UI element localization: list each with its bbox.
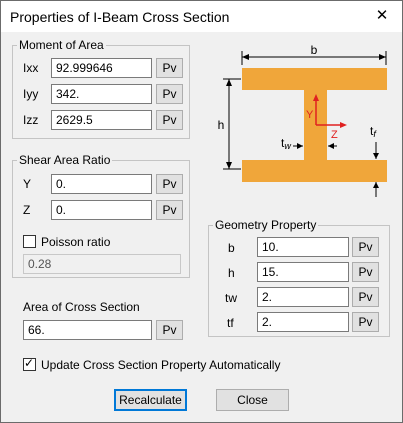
poisson-ratio-field	[23, 254, 181, 274]
area-pv-button[interactable]: Pv	[156, 320, 183, 340]
poisson-ratio-checkbox[interactable]	[23, 235, 36, 248]
shear-y-field[interactable]	[51, 174, 152, 194]
recalculate-button[interactable]: Recalculate	[114, 389, 187, 411]
update-auto-label: Update Cross Section Property Automatica…	[41, 358, 281, 372]
update-auto-checkbox[interactable]	[23, 356, 36, 371]
tf-label: tf	[370, 124, 377, 139]
shear-z-label: Z	[23, 203, 31, 217]
poisson-ratio-label: Poisson ratio	[41, 235, 111, 249]
h-label: h	[218, 118, 225, 132]
geom-b-pv-button[interactable]: Pv	[352, 237, 379, 257]
shear-y-pv-button[interactable]: Pv	[156, 174, 183, 194]
geometry-property-legend: Geometry Property	[215, 218, 317, 232]
geom-b-label: b	[228, 241, 235, 255]
geom-h-field[interactable]	[257, 262, 349, 282]
window-title: Properties of I-Beam Cross Section	[10, 9, 230, 25]
iyy-label: Iyy	[23, 87, 39, 101]
shear-z-field[interactable]	[51, 200, 152, 220]
dialog-window: Properties of I-Beam Cross Section ✕ Mom…	[0, 0, 403, 423]
b-arrow-left	[242, 54, 249, 60]
izz-label: Izz	[23, 113, 39, 127]
z-axis-label: Z	[331, 129, 338, 141]
area-label: Area of Cross Section	[23, 300, 140, 314]
geom-tw-pv-button[interactable]: Pv	[352, 287, 379, 307]
shear-z-pv-button[interactable]: Pv	[156, 200, 183, 220]
tw-label: tw	[281, 136, 291, 151]
b-label: b	[311, 43, 318, 57]
geom-tf-label: tf	[227, 316, 234, 330]
geom-tw-label: tw	[225, 291, 237, 305]
izz-pv-button[interactable]: Pv	[156, 110, 183, 130]
ixx-pv-button[interactable]: Pv	[156, 58, 183, 78]
geom-tf-field[interactable]	[257, 312, 349, 332]
ixx-label: Ixx	[23, 61, 39, 75]
iyy-pv-button[interactable]: Pv	[156, 84, 183, 104]
geom-tf-pv-button[interactable]: Pv	[352, 312, 379, 332]
shear-area-ratio-legend: Shear Area Ratio	[19, 153, 111, 167]
geom-b-field[interactable]	[257, 237, 349, 257]
ibeam-shape	[242, 68, 387, 182]
izz-field[interactable]	[51, 110, 152, 130]
b-arrow-right	[379, 54, 386, 60]
recalculate-label: Recalculate	[119, 393, 182, 407]
close-button[interactable]: Close	[216, 389, 289, 411]
shear-y-label: Y	[23, 177, 32, 191]
close-icon[interactable]: ✕	[372, 6, 392, 24]
geom-tw-field[interactable]	[257, 287, 349, 307]
area-field[interactable]	[23, 320, 152, 340]
iyy-field[interactable]	[51, 84, 152, 104]
ibeam-diagram: b h tw tf Y Z	[218, 43, 387, 197]
title-bar: Properties of I-Beam Cross Section ✕	[1, 1, 402, 32]
moment-of-area-legend: Moment of Area	[19, 38, 104, 52]
geom-h-label: h	[228, 266, 235, 280]
geom-h-pv-button[interactable]: Pv	[352, 262, 379, 282]
close-label: Close	[237, 393, 268, 407]
ixx-field[interactable]	[51, 58, 152, 78]
y-axis-label: Y	[306, 109, 314, 121]
